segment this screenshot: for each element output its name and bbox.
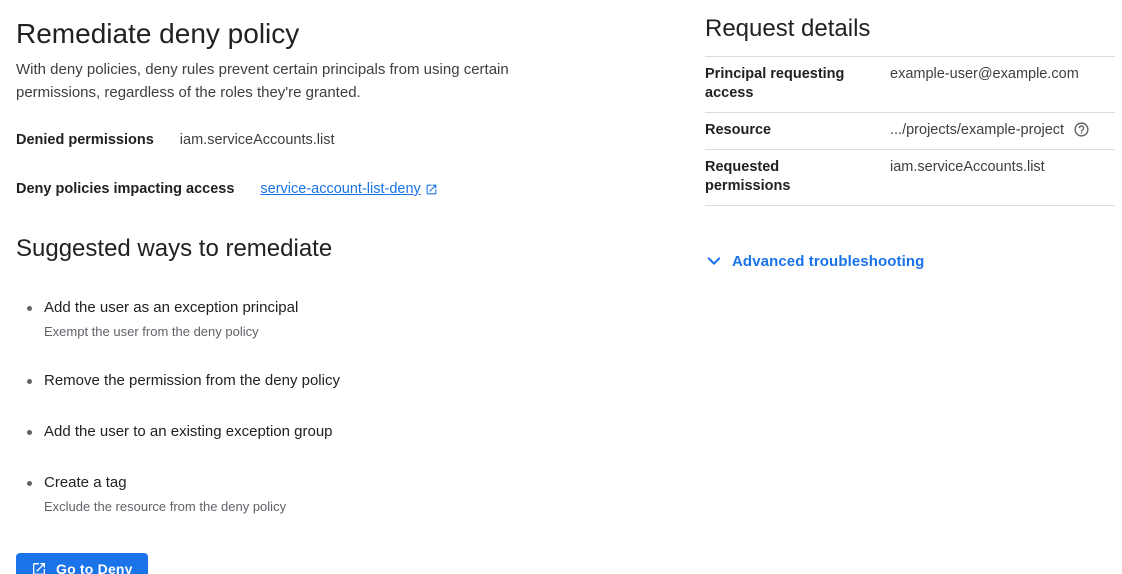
remediate-section: Remediate deny policy With deny policies… <box>0 0 705 574</box>
requested-permissions-value: iam.serviceAccounts.list <box>890 158 1115 196</box>
principal-value: example-user@example.com <box>890 65 1115 103</box>
suggestion-text: Create a tag <box>44 473 665 493</box>
suggestion-text: Remove the permission from the deny poli… <box>44 371 665 391</box>
remediate-deny-policy-panel: Remediate deny policy With deny policies… <box>0 0 1122 574</box>
deny-policy-link-wrap: service-account-list-deny <box>260 180 437 198</box>
list-item: Add the user to an existing exception gr… <box>44 422 665 442</box>
help-icon[interactable] <box>1073 121 1090 138</box>
table-row: Resource .../projects/example-project <box>705 113 1115 150</box>
open-in-new-icon <box>31 561 47 574</box>
denied-permissions-label: Denied permissions <box>16 131 154 149</box>
advanced-troubleshooting-toggle[interactable]: Advanced troubleshooting <box>705 252 924 270</box>
suggestion-subtext: Exempt the user from the deny policy <box>44 324 665 340</box>
open-in-new-icon <box>425 183 438 196</box>
requested-permissions-label: Requested permissions <box>705 158 890 196</box>
deny-policies-label: Deny policies impacting access <box>16 180 234 198</box>
list-item: Add the user as an exception principal E… <box>44 298 665 340</box>
chevron-down-icon <box>705 252 723 270</box>
table-row: Requested permissions iam.serviceAccount… <box>705 150 1115 206</box>
advanced-troubleshooting-label: Advanced troubleshooting <box>732 253 924 270</box>
request-details-table: Principal requesting access example-user… <box>705 56 1115 206</box>
suggestion-subtext: Exclude the resource from the deny polic… <box>44 499 665 515</box>
denied-permissions-row: Denied permissions iam.serviceAccounts.l… <box>16 131 665 149</box>
suggestion-text: Add the user to an existing exception gr… <box>44 422 665 442</box>
suggestion-text: Add the user as an exception principal <box>44 298 665 318</box>
request-details-title: Request details <box>705 14 1115 44</box>
go-to-deny-label: Go to Deny <box>56 561 133 574</box>
page-description: With deny policies, deny rules prevent c… <box>16 58 569 104</box>
denied-permissions-value: iam.serviceAccounts.list <box>180 131 335 149</box>
resource-value: .../projects/example-project <box>890 121 1115 140</box>
suggestions-title: Suggested ways to remediate <box>16 235 665 263</box>
resource-label: Resource <box>705 121 890 140</box>
go-to-deny-button[interactable]: Go to Deny <box>16 553 148 574</box>
suggestion-list: Add the user as an exception principal E… <box>16 298 665 515</box>
table-row: Principal requesting access example-user… <box>705 57 1115 113</box>
request-details-section: Request details Principal requesting acc… <box>705 0 1122 574</box>
deny-policy-link[interactable]: service-account-list-deny <box>260 180 420 198</box>
page-title: Remediate deny policy <box>16 18 665 50</box>
list-item: Remove the permission from the deny poli… <box>44 371 665 391</box>
principal-label: Principal requesting access <box>705 65 890 103</box>
deny-policies-row: Deny policies impacting access service-a… <box>16 180 665 198</box>
list-item: Create a tag Exclude the resource from t… <box>44 473 665 515</box>
resource-value-text: .../projects/example-project <box>890 122 1064 138</box>
